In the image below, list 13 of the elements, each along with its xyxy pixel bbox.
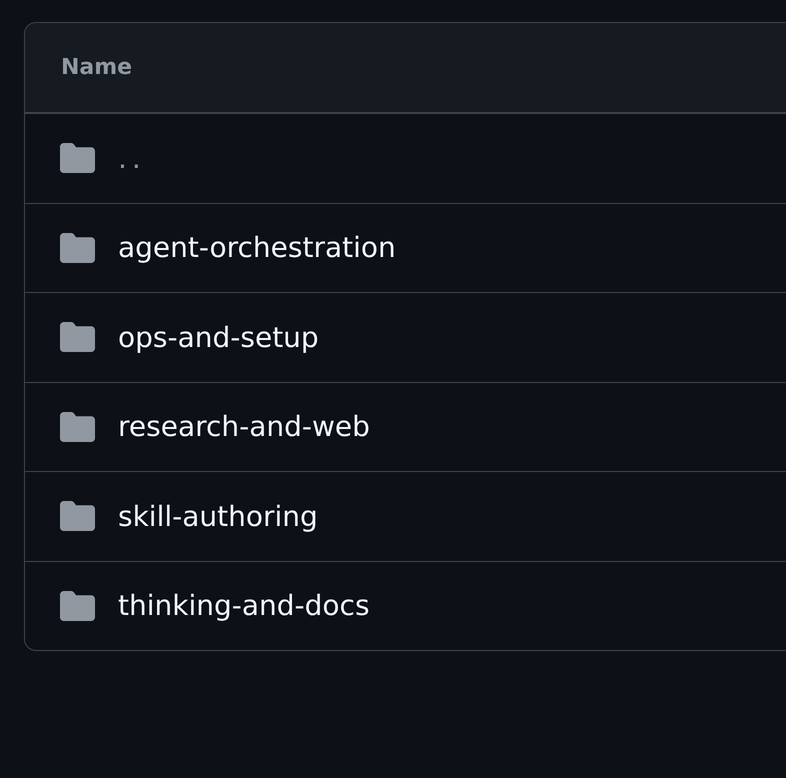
folder-link[interactable]: thinking-and-docs xyxy=(118,589,370,622)
folder-icon xyxy=(60,590,95,621)
column-header: Name xyxy=(61,55,132,80)
folder-link[interactable]: ops-and-setup xyxy=(118,320,319,354)
folder-icon xyxy=(60,143,95,174)
folder-icon xyxy=(60,412,95,442)
folder-icon xyxy=(60,501,95,532)
folder-icon xyxy=(60,322,95,352)
parent-directory-link[interactable]: .. xyxy=(118,142,146,175)
folder-link[interactable]: agent-orchestration xyxy=(118,231,396,264)
folder-icon xyxy=(60,232,95,263)
folder-link[interactable]: research-and-web xyxy=(118,410,370,444)
folder-link[interactable]: skill-authoring xyxy=(118,500,318,533)
